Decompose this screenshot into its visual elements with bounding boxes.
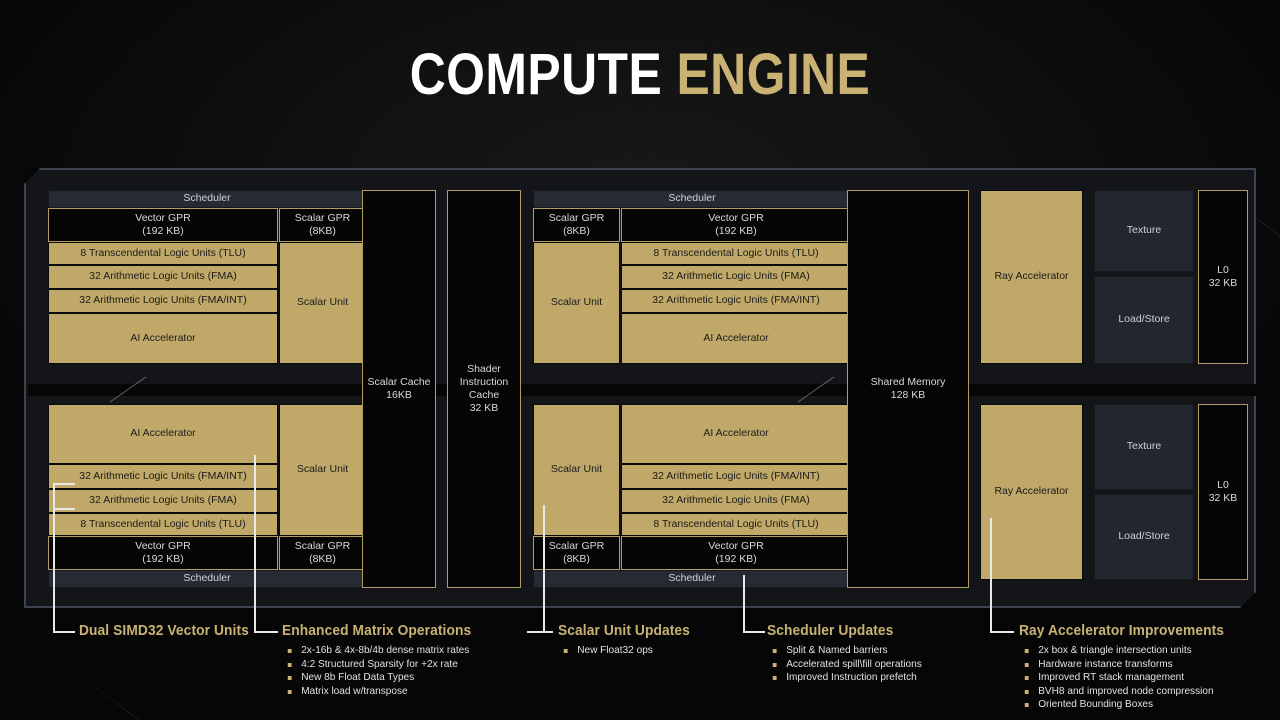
list-item: New Float32 ops xyxy=(558,644,691,658)
alu-fma-bottom-right: 32 Arithmetic Logic Units (FMA) xyxy=(621,489,851,513)
list-item: Oriented Bounding Boxes xyxy=(1019,698,1226,712)
connector-scalar-stub-bottom xyxy=(527,631,553,633)
list-item: Matrix load w/transpose xyxy=(282,685,473,699)
list-item: Improved RT stack management xyxy=(1019,671,1226,685)
callout-title: Ray Accelerator Improvements xyxy=(1019,623,1225,639)
callouts-row: Dual SIMD32 Vector Units Enhanced Matrix… xyxy=(0,600,1280,720)
callout-scalar-unit-updates: Scalar Unit Updates New Float32 ops xyxy=(558,623,697,658)
scheduler-top-right: Scheduler xyxy=(533,190,851,208)
texture-bottom: Texture xyxy=(1094,404,1194,490)
connector-scheduler-vertical xyxy=(743,575,745,631)
connector-simd32-stub-top1 xyxy=(53,483,75,485)
page-title: COMPUTE ENGINE xyxy=(90,46,1191,104)
callout-ray-accelerator: Ray Accelerator Improvements 2x box & tr… xyxy=(1019,623,1235,712)
alu-fma-int-top-left: 32 Arithmetic Logic Units (FMA/INT) xyxy=(48,289,278,313)
ai-accelerator-top-left: AI Accelerator xyxy=(48,313,278,364)
alu-fma-bottom-left: 32 Arithmetic Logic Units (FMA) xyxy=(48,489,278,513)
shader-instruction-cache: Shader Instruction Cache 32 KB xyxy=(447,190,521,588)
l0-cache-bottom: L0 32 KB xyxy=(1198,404,1248,580)
alu-fma-top-right: 32 Arithmetic Logic Units (FMA) xyxy=(621,265,851,289)
connector-scheduler-stub-bottom xyxy=(743,631,765,633)
ray-accelerator-bottom: Ray Accelerator xyxy=(980,404,1083,580)
alu-fma-top-left: 32 Arithmetic Logic Units (FMA) xyxy=(48,265,278,289)
callout-bullets: New Float32 ops xyxy=(558,644,697,658)
vector-gpr-top-right: Vector GPR (192 KB) xyxy=(621,208,851,242)
callout-scheduler-updates: Scheduler Updates Split & Named barriers… xyxy=(767,623,928,685)
alu-fma-int-top-right: 32 Arithmetic Logic Units (FMA/INT) xyxy=(621,289,851,313)
load-store-top: Load/Store xyxy=(1094,276,1194,364)
list-item: Split & Named barriers xyxy=(767,644,922,658)
title-part-compute: COMPUTE xyxy=(409,42,663,107)
list-item: 2x-16b & 4x-8b/4b dense matrix rates xyxy=(282,644,473,658)
scheduler-top-left: Scheduler xyxy=(48,190,366,208)
ai-accelerator-bottom-left: AI Accelerator xyxy=(48,404,278,464)
shared-memory: Shared Memory 128 KB xyxy=(847,190,969,588)
connector-simd32-stub-top2 xyxy=(53,508,75,510)
vector-gpr-top-left: Vector GPR (192 KB) xyxy=(48,208,278,242)
list-item: Accelerated spill\fill operations xyxy=(767,658,922,672)
l0-cache-top: L0 32 KB xyxy=(1198,190,1248,364)
list-item: 2x box & triangle intersection units xyxy=(1019,644,1226,658)
vector-gpr-bottom-right: Vector GPR (192 KB) xyxy=(621,536,851,570)
connector-simd32-stub-bottom xyxy=(53,631,75,633)
scalar-gpr-bottom-right: Scalar GPR (8KB) xyxy=(533,536,620,570)
list-item: New 8b Float Data Types xyxy=(282,671,473,685)
load-store-bottom: Load/Store xyxy=(1094,494,1194,580)
ai-accelerator-bottom-right: AI Accelerator xyxy=(621,404,851,464)
alu-fma-int-bottom-left: 32 Arithmetic Logic Units (FMA/INT) xyxy=(48,464,278,489)
callout-bullets: 2x-16b & 4x-8b/4b dense matrix rates 4:2… xyxy=(282,644,481,698)
scalar-gpr-bottom-left: Scalar GPR (8KB) xyxy=(279,536,366,570)
tlu-bottom-left: 8 Transcendental Logic Units (TLU) xyxy=(48,513,278,536)
list-item: Improved Instruction prefetch xyxy=(767,671,922,685)
scalar-unit-bottom-right: Scalar Unit xyxy=(533,404,620,536)
tlu-bottom-right: 8 Transcendental Logic Units (TLU) xyxy=(621,513,851,536)
scheduler-bottom-right: Scheduler xyxy=(533,570,851,588)
compute-engine-diagram: Scheduler Vector GPR (192 KB) Scalar GPR… xyxy=(24,168,1256,608)
list-item: 4:2 Structured Sparsity for +2x rate xyxy=(282,658,473,672)
scalar-unit-top-left: Scalar Unit xyxy=(279,242,366,364)
tlu-top-left: 8 Transcendental Logic Units (TLU) xyxy=(48,242,278,265)
vector-gpr-bottom-left: Vector GPR (192 KB) xyxy=(48,536,278,570)
tlu-top-right: 8 Transcendental Logic Units (TLU) xyxy=(621,242,851,265)
connector-scalar-vertical xyxy=(543,505,545,631)
list-item: Hardware instance transforms xyxy=(1019,658,1226,672)
scalar-gpr-top-left: Scalar GPR (8KB) xyxy=(279,208,366,242)
scheduler-bottom-left: Scheduler xyxy=(48,570,366,588)
ray-accelerator-top: Ray Accelerator xyxy=(980,190,1083,364)
connector-ray-stub-bottom xyxy=(990,631,1014,633)
texture-top: Texture xyxy=(1094,190,1194,272)
diagram-divider xyxy=(28,376,1256,403)
callout-title: Enhanced Matrix Operations xyxy=(282,623,472,639)
diagram-top-half: Scheduler Vector GPR (192 KB) Scalar GPR… xyxy=(26,170,1258,384)
connector-matrix-stub-bottom xyxy=(254,631,278,633)
callout-title: Scalar Unit Updates xyxy=(558,623,690,639)
diagram-bottom-half: AI Accelerator 32 Arithmetic Logic Units… xyxy=(26,396,1258,610)
ai-accelerator-top-right: AI Accelerator xyxy=(621,313,851,364)
callout-title: Scheduler Updates xyxy=(767,623,894,639)
scalar-unit-bottom-left: Scalar Unit xyxy=(279,404,366,536)
scalar-gpr-top-right: Scalar GPR (8KB) xyxy=(533,208,620,242)
callout-enhanced-matrix: Enhanced Matrix Operations 2x-16b & 4x-8… xyxy=(282,623,481,698)
alu-fma-int-bottom-right: 32 Arithmetic Logic Units (FMA/INT) xyxy=(621,464,851,489)
callout-title: Dual SIMD32 Vector Units xyxy=(79,623,249,639)
connector-ray-vertical xyxy=(990,518,992,631)
scalar-unit-top-right: Scalar Unit xyxy=(533,242,620,364)
title-part-engine: ENGINE xyxy=(676,42,871,107)
connector-simd32-vertical xyxy=(53,483,55,631)
list-item: BVH8 and improved node compression xyxy=(1019,685,1226,699)
scalar-cache: Scalar Cache 16KB xyxy=(362,190,436,588)
callout-bullets: Split & Named barriers Accelerated spill… xyxy=(767,644,928,685)
connector-matrix-vertical xyxy=(254,455,256,631)
callout-bullets: 2x box & triangle intersection units Har… xyxy=(1019,644,1235,712)
callout-dual-simd32: Dual SIMD32 Vector Units xyxy=(79,623,258,644)
